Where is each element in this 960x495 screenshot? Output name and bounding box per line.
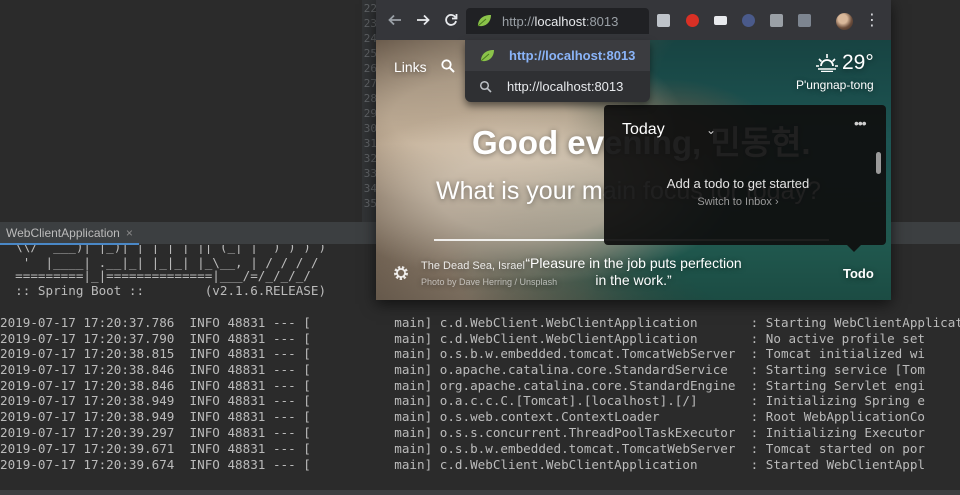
line-number: 22 [363,2,377,15]
log-line: 2019-07-17 17:20:38.846 INFO 48831 --- [… [0,362,926,377]
spring-boot-version-line: :: Spring Boot :: (v2.1.6.RELEASE) [0,283,327,298]
extension-hand-icon[interactable] [686,14,699,27]
log-line: 2019-07-17 17:20:38.815 INFO 48831 --- [… [0,346,926,361]
log-line: 2019-07-17 17:20:39.671 INFO 48831 --- [… [0,441,926,456]
extension-circle-icon[interactable] [742,14,755,27]
line-number: 23 [363,17,377,30]
extension-screen-icon[interactable] [714,16,727,25]
url-scheme: http:// [502,13,535,29]
url-host: localhost [534,13,586,29]
close-tab-icon[interactable]: × [126,226,133,240]
back-arrow-icon[interactable] [383,8,407,32]
extension-window-icon[interactable] [798,14,811,27]
line-number: 32 [363,152,377,165]
url-port: :8013 [585,13,619,29]
omnibox-suggestions: http://localhost:8013 http://localhost:8… [465,40,650,102]
forward-arrow-icon[interactable] [411,8,435,32]
line-number: 24 [363,32,377,45]
line-number: 35 [363,197,377,210]
suggestion-item[interactable]: http://localhost:8013 [465,71,650,102]
line-number: 33 [363,167,377,180]
log-line: 2019-07-17 17:20:38.949 INFO 48831 --- [… [0,409,926,424]
line-number: 27 [363,77,377,90]
todo-empty-message: Add a todo to get started [666,176,810,191]
line-number: 30 [363,122,377,135]
leaf-icon [477,15,491,27]
chevron-down-icon[interactable]: ⌄ [706,123,716,137]
search-icon [479,80,492,93]
spring-banner-line: =========|_|==============|___/=/_/_/_/ [0,268,311,283]
search-icon[interactable] [441,59,455,73]
leaf-icon [480,49,494,61]
todo-scrollbar[interactable] [876,152,881,174]
suggestion-text: http://localhost:8013 [507,79,624,94]
menu-kebab-icon[interactable]: ⋮ [864,10,880,30]
line-number: 25 [363,47,377,60]
todo-panel-pointer [847,245,861,252]
browser-toolbar: http://localhost:8013 ⋮ [376,0,891,40]
run-tab-label: WebClientApplication [6,225,120,240]
extension-shield-icon[interactable] [657,14,670,27]
log-line: 2019-07-17 17:20:39.674 INFO 48831 --- [… [0,457,926,472]
browser-window: http://localhost:8013 ⋮ Links 29° P'ungn… [376,0,891,300]
line-number: 29 [363,107,377,120]
line-number: 31 [363,137,377,150]
line-number: 26 [363,62,377,75]
log-line: 2019-07-17 17:20:39.297 INFO 48831 --- [… [0,425,926,440]
temperature[interactable]: 29° [842,51,874,75]
log-line: 2019-07-17 17:20:37.790 INFO 48831 --- [… [0,331,926,346]
log-line: 2019-07-17 17:20:37.786 INFO 48831 --- [… [0,315,960,330]
reload-icon[interactable] [439,8,463,32]
address-bar[interactable]: http://localhost:8013 [466,8,649,34]
suggestion-item[interactable]: http://localhost:8013 [465,40,650,71]
links-button[interactable]: Links [394,59,427,75]
line-number: 34 [363,182,377,195]
address-text[interactable]: http://localhost:8013 [502,14,618,29]
line-number: 28 [363,92,377,105]
log-line: 2019-07-17 17:20:38.949 INFO 48831 --- [… [0,393,926,408]
profile-avatar[interactable] [836,13,853,30]
todo-button[interactable]: Todo [843,266,874,281]
weather-location: P'ungnap-tong [796,78,874,92]
spring-banner-line: \\/ ___)| |_)| | | | | || (_| | ) ) ) ) [0,245,327,254]
log-line: 2019-07-17 17:20:38.846 INFO 48831 --- [… [0,378,926,393]
run-tab-webclientapplication[interactable]: WebClientApplication × [0,222,139,245]
todo-panel: Today ⌄ ••• Add a todo to get started Sw… [604,105,886,245]
sunrise-icon [816,54,838,72]
suggestion-text: http://localhost:8013 [509,48,636,63]
todo-list-selector[interactable]: Today [622,121,665,139]
extension-box-icon[interactable] [770,14,783,27]
quote[interactable]: “Pleasure in the job puts perfection in … [521,255,746,289]
switch-to-inbox-link[interactable]: Switch to Inbox › [604,196,872,208]
more-options-icon[interactable]: ••• [854,115,867,131]
status-bar [0,490,960,495]
gear-icon[interactable] [392,264,410,282]
photo-location[interactable]: The Dead Sea, Israel [421,260,525,272]
